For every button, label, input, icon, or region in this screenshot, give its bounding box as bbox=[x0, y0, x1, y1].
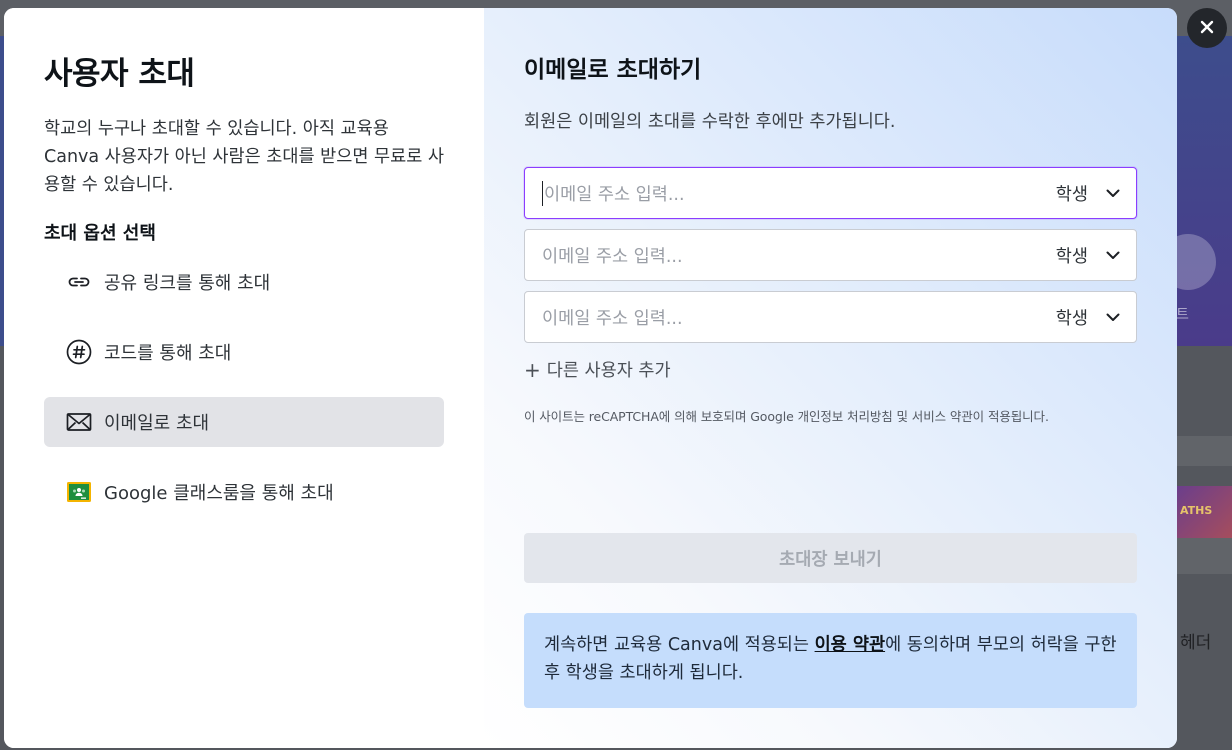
option-code[interactable]: 코드를 통해 초대 bbox=[44, 327, 444, 377]
option-label: 이메일로 초대 bbox=[104, 413, 210, 434]
background-strip bbox=[1176, 436, 1232, 466]
add-user-button[interactable]: + 다른 사용자 추가 bbox=[524, 357, 671, 382]
email-invite-panel: 이메일로 초대하기 회원은 이메일의 초대를 수락한 후에만 추가됩니다. 이메… bbox=[484, 8, 1177, 748]
chevron-down-icon[interactable] bbox=[1104, 246, 1122, 264]
background-strip bbox=[1176, 538, 1232, 574]
role-select[interactable]: 학생 bbox=[1056, 305, 1088, 330]
recaptcha-notice: 이 사이트는 reCAPTCHA에 의해 보호되며 Google 개인정보 처리… bbox=[524, 409, 1049, 424]
email-invite-title: 이메일로 초대하기 bbox=[524, 57, 702, 83]
envelope-icon bbox=[66, 409, 92, 435]
email-input[interactable]: 이메일 주소 입력... bbox=[542, 243, 1056, 268]
close-button[interactable] bbox=[1187, 8, 1227, 48]
modal-title: 사용자 초대 bbox=[44, 56, 195, 92]
add-user-label: 다른 사용자 추가 bbox=[546, 361, 671, 381]
close-icon bbox=[1200, 19, 1214, 38]
invite-options-list: 공유 링크를 통해 초대 코드를 통해 초대 이메일로 초대 Google 클래… bbox=[44, 257, 444, 517]
option-label: Google 클래스룸을 통해 초대 bbox=[104, 483, 334, 504]
background-thumbnail: ATHS bbox=[1176, 486, 1232, 542]
send-invites-button[interactable]: 초대장 보내기 bbox=[524, 533, 1137, 583]
email-input[interactable]: 이메일 주소 입력... bbox=[542, 305, 1056, 330]
option-label: 공유 링크를 통해 초대 bbox=[104, 273, 271, 294]
background-banner: 트 bbox=[1160, 36, 1232, 346]
email-row: 이메일 주소 입력... 학생 bbox=[524, 167, 1137, 219]
terms-link[interactable]: 이용 약관 bbox=[815, 635, 886, 655]
background-header-text: 헤더 bbox=[1180, 633, 1212, 653]
options-heading: 초대 옵션 선택 bbox=[44, 223, 156, 244]
terms-notice-text: 계속하면 교육용 Canva에 적용되는 bbox=[544, 635, 815, 655]
option-label: 코드를 통해 초대 bbox=[104, 343, 232, 364]
role-select[interactable]: 학생 bbox=[1056, 243, 1088, 268]
email-fields: 이메일 주소 입력... 학생 이메일 주소 입력... 학생 이메일 주소 입… bbox=[524, 167, 1137, 343]
link-icon bbox=[66, 269, 92, 295]
role-select[interactable]: 학생 bbox=[1056, 181, 1088, 206]
email-row: 이메일 주소 입력... 학생 bbox=[524, 229, 1137, 281]
option-email[interactable]: 이메일로 초대 bbox=[44, 397, 444, 447]
option-google-classroom[interactable]: Google 클래스룸을 통해 초대 bbox=[44, 467, 444, 517]
option-share-link[interactable]: 공유 링크를 통해 초대 bbox=[44, 257, 444, 307]
plus-icon: + bbox=[524, 357, 541, 382]
invite-users-modal: 사용자 초대 학교의 누구나 초대할 수 있습니다. 아직 교육용 Canva … bbox=[4, 8, 1177, 748]
background-side-text: 트 bbox=[1176, 307, 1189, 323]
email-row: 이메일 주소 입력... 학생 bbox=[524, 291, 1137, 343]
invite-options-panel: 사용자 초대 학교의 누구나 초대할 수 있습니다. 아직 교육용 Canva … bbox=[4, 8, 484, 748]
terms-notice: 계속하면 교육용 Canva에 적용되는 이용 약관에 동의하며 부모의 허락을… bbox=[524, 613, 1137, 708]
email-invite-description: 회원은 이메일의 초대를 수락한 후에만 추가됩니다. bbox=[524, 112, 896, 132]
google-classroom-icon bbox=[66, 479, 92, 505]
email-input[interactable]: 이메일 주소 입력... bbox=[542, 180, 1056, 206]
hash-icon bbox=[66, 339, 92, 365]
chevron-down-icon[interactable] bbox=[1104, 184, 1122, 202]
chevron-down-icon[interactable] bbox=[1104, 308, 1122, 326]
modal-description: 학교의 누구나 초대할 수 있습니다. 아직 교육용 Canva 사용자가 아닌… bbox=[44, 119, 444, 195]
background-thumbnail-text: ATHS bbox=[1180, 504, 1213, 517]
